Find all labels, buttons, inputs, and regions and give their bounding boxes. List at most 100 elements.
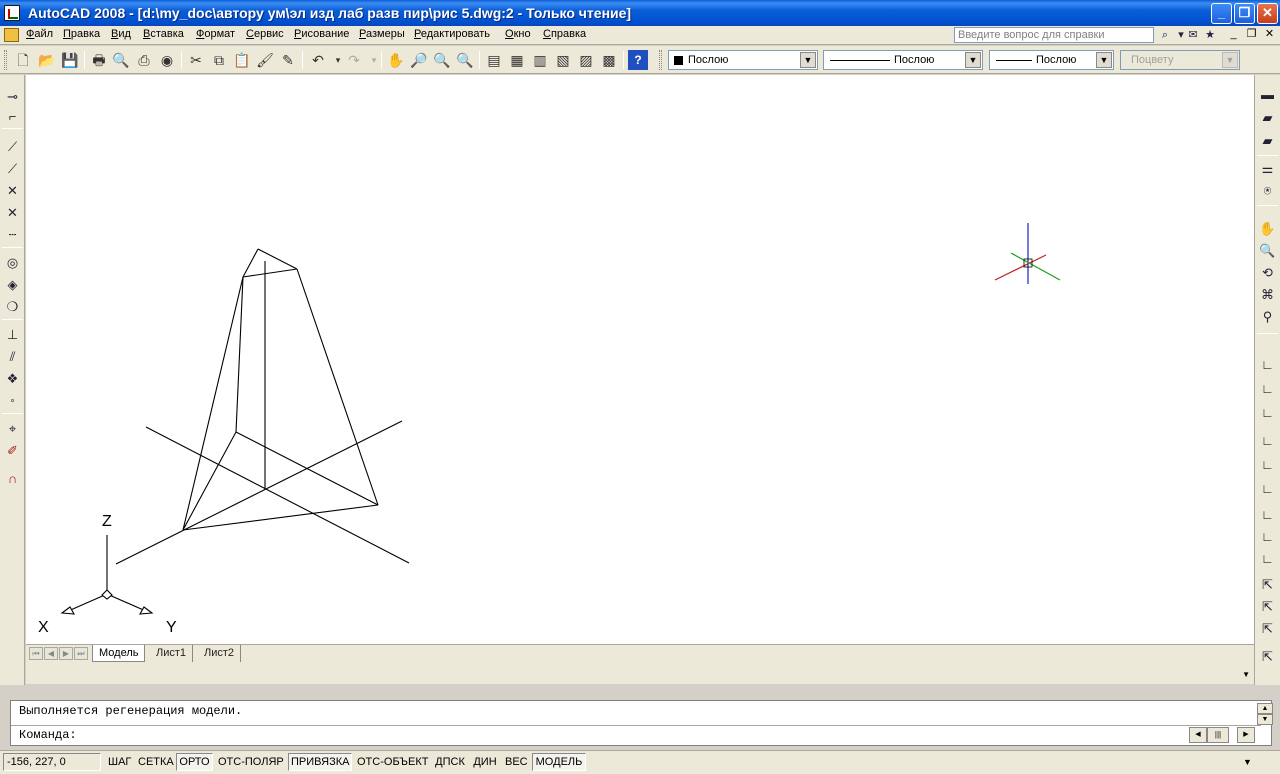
ducs-toggle[interactable]: ДПСК (432, 753, 468, 771)
menu-modify[interactable]: Редактировать (414, 28, 490, 40)
ucs-y-icon[interactable]: ⇱ (1258, 597, 1277, 616)
doc-minimize-button[interactable]: _ (1226, 28, 1241, 42)
ucs-x-icon[interactable]: ⇱ (1258, 575, 1277, 594)
camera-icon[interactable]: ⌘ (1258, 285, 1277, 304)
3d-dwf-icon[interactable]: ◉ (157, 50, 177, 70)
command-window[interactable]: Выполняется регенерация модели. Команда:… (10, 700, 1273, 746)
scroll-right-icon[interactable]: ▶ (1237, 727, 1255, 743)
horizontal-scrollbar[interactable]: ▼ (26, 662, 1254, 684)
dimension-bar-icon[interactable]: ▬ (1258, 85, 1277, 104)
help-search-input[interactable]: Введите вопрос для справки (954, 27, 1154, 43)
search-icon[interactable]: ⌕ (1158, 28, 1172, 42)
snap-toggle[interactable]: ШАГ (105, 753, 132, 771)
menu-view[interactable]: Вид (111, 28, 131, 40)
coordinate-readout[interactable]: -156, 227, 0 (3, 753, 101, 771)
chevron-down-icon[interactable]: ▼ (965, 52, 981, 68)
walk-icon[interactable]: ⚲ (1258, 307, 1277, 326)
ucs-world-icon[interactable]: ∟ (1258, 379, 1277, 398)
ellipse-icon[interactable]: ◈ (3, 275, 22, 294)
plot-icon[interactable]: 🖶 (89, 50, 109, 70)
chevron-down-icon[interactable]: ▼ (1096, 52, 1112, 68)
open-file-icon[interactable]: 📂 (37, 50, 57, 70)
chevron-down-icon[interactable]: ▼ (1257, 714, 1273, 725)
line-icon[interactable]: ⊸ (3, 87, 22, 106)
first-tab-icon[interactable]: ⏮ (29, 647, 43, 660)
close-button[interactable]: ✕ (1257, 3, 1278, 24)
align-icon[interactable]: ▰ (1258, 108, 1277, 127)
markup-set-manager-icon[interactable]: ▨ (576, 50, 596, 70)
tab-sheet1[interactable]: Лист1 (150, 645, 194, 662)
block-editor-icon[interactable]: ✎ (278, 50, 298, 70)
menu-edit[interactable]: Правка (63, 28, 100, 40)
toolbar-grip[interactable] (659, 50, 662, 70)
magnet-icon[interactable]: ∩ (3, 469, 22, 488)
cut-icon[interactable]: ✂ (186, 50, 206, 70)
redo-icon[interactable]: ↷ (344, 50, 364, 70)
point-icon[interactable]: ⊥ (3, 325, 22, 344)
measure-icon[interactable]: ⍟ (1258, 181, 1277, 200)
scroll-left-icon[interactable]: ◀ (1189, 727, 1207, 743)
circle-icon[interactable]: ◎ (3, 253, 22, 272)
ortho-toggle[interactable]: ОРТО (176, 753, 213, 771)
linetype-control[interactable]: Послою ▼ (823, 50, 983, 70)
doc-close-button[interactable]: ✕ (1262, 28, 1277, 42)
minimize-button[interactable]: _ (1211, 3, 1232, 24)
prev-tab-icon[interactable]: ◀ (44, 647, 58, 660)
toolbar-grip[interactable] (4, 50, 7, 70)
ucs-z-axis-icon[interactable]: ∟ (1258, 527, 1277, 546)
zoom-view-icon[interactable]: 🔍 (1258, 241, 1277, 260)
communication-center-icon[interactable]: ✉ (1186, 28, 1200, 42)
ucs-origin-icon[interactable]: ∟ (1258, 505, 1277, 524)
hatch-icon[interactable]: ⫽ (3, 347, 22, 366)
color-control[interactable]: Послою ▼ (668, 50, 818, 70)
small-point-icon[interactable]: ∘ (3, 391, 22, 410)
osnap-toggle[interactable]: ПРИВЯЗКА (288, 753, 352, 771)
plot-preview-icon[interactable]: 🔍 (111, 50, 131, 70)
last-tab-icon[interactable]: ⏭ (74, 647, 88, 660)
chevron-down-icon[interactable]: ▼ (800, 52, 816, 68)
zoom-realtime-icon[interactable]: 🔎 (409, 50, 429, 70)
dashed-line-icon[interactable]: ┄ (3, 225, 22, 244)
ucs-apply-icon[interactable]: ⇱ (1258, 647, 1277, 666)
zoom-previous-icon[interactable]: 🔍 (455, 50, 475, 70)
match-properties-icon[interactable]: 🖌 (255, 50, 275, 70)
menu-draw[interactable]: Рисование (294, 28, 349, 40)
grid-toggle[interactable]: СЕТКА (135, 753, 174, 771)
menu-format[interactable]: Формат (196, 28, 235, 40)
doc-restore-button[interactable]: ❐ (1244, 28, 1259, 42)
command-prompt[interactable]: Команда: (19, 728, 77, 742)
otrack-toggle[interactable]: ОТС-ОБЪЕКТ (354, 753, 430, 771)
document-icon[interactable] (4, 28, 19, 42)
multiline-text-icon[interactable]: ✐ (3, 441, 22, 460)
scroll-thumb[interactable]: ||| (1207, 727, 1229, 743)
ucs-previous-icon[interactable]: ∟ (1258, 403, 1277, 422)
design-center-icon[interactable]: ▦ (507, 50, 527, 70)
gradient-icon[interactable]: ❖ (3, 369, 22, 388)
menu-file[interactable]: Файл (26, 28, 53, 40)
ucs-icon[interactable]: ∟ (1258, 355, 1277, 374)
menu-window[interactable]: Окно (505, 28, 531, 40)
properties-icon[interactable]: ▤ (484, 50, 504, 70)
help-icon[interactable]: ? (628, 50, 648, 70)
tool-palettes-icon[interactable]: ▥ (530, 50, 550, 70)
intersect-icon[interactable]: ✕ (3, 181, 22, 200)
revision-cloud-icon[interactable]: ❍ (3, 297, 22, 316)
pan-icon[interactable]: ✋ (386, 50, 406, 70)
construction-line-icon[interactable]: ⌐ (3, 107, 22, 126)
polar-toggle[interactable]: ОТС-ПОЛЯР (215, 753, 286, 771)
lwt-toggle[interactable]: ВЕС (502, 753, 530, 771)
save-icon[interactable]: 💾 (60, 50, 80, 70)
ucs-view-icon[interactable]: ∟ (1258, 479, 1277, 498)
orbit-icon[interactable]: ⟲ (1258, 263, 1277, 282)
ucs-3point-icon[interactable]: ∟ (1258, 549, 1277, 568)
stack-icon[interactable]: ▰ (1258, 131, 1277, 150)
drawing-area[interactable]: Z X Y (26, 75, 1254, 644)
lineweight-control[interactable]: Послою ▼ (989, 50, 1114, 70)
model-space-drawing[interactable]: Z X Y (26, 75, 1254, 644)
dyn-toggle[interactable]: ДИН (470, 753, 500, 771)
undo-icon[interactable]: ↶ (308, 50, 328, 70)
ucs-z-icon[interactable]: ⇱ (1258, 619, 1277, 638)
publish-icon[interactable]: ⎙ (134, 50, 154, 70)
paste-icon[interactable]: 📋 (232, 50, 252, 70)
menu-tools[interactable]: Сервис (246, 28, 284, 40)
